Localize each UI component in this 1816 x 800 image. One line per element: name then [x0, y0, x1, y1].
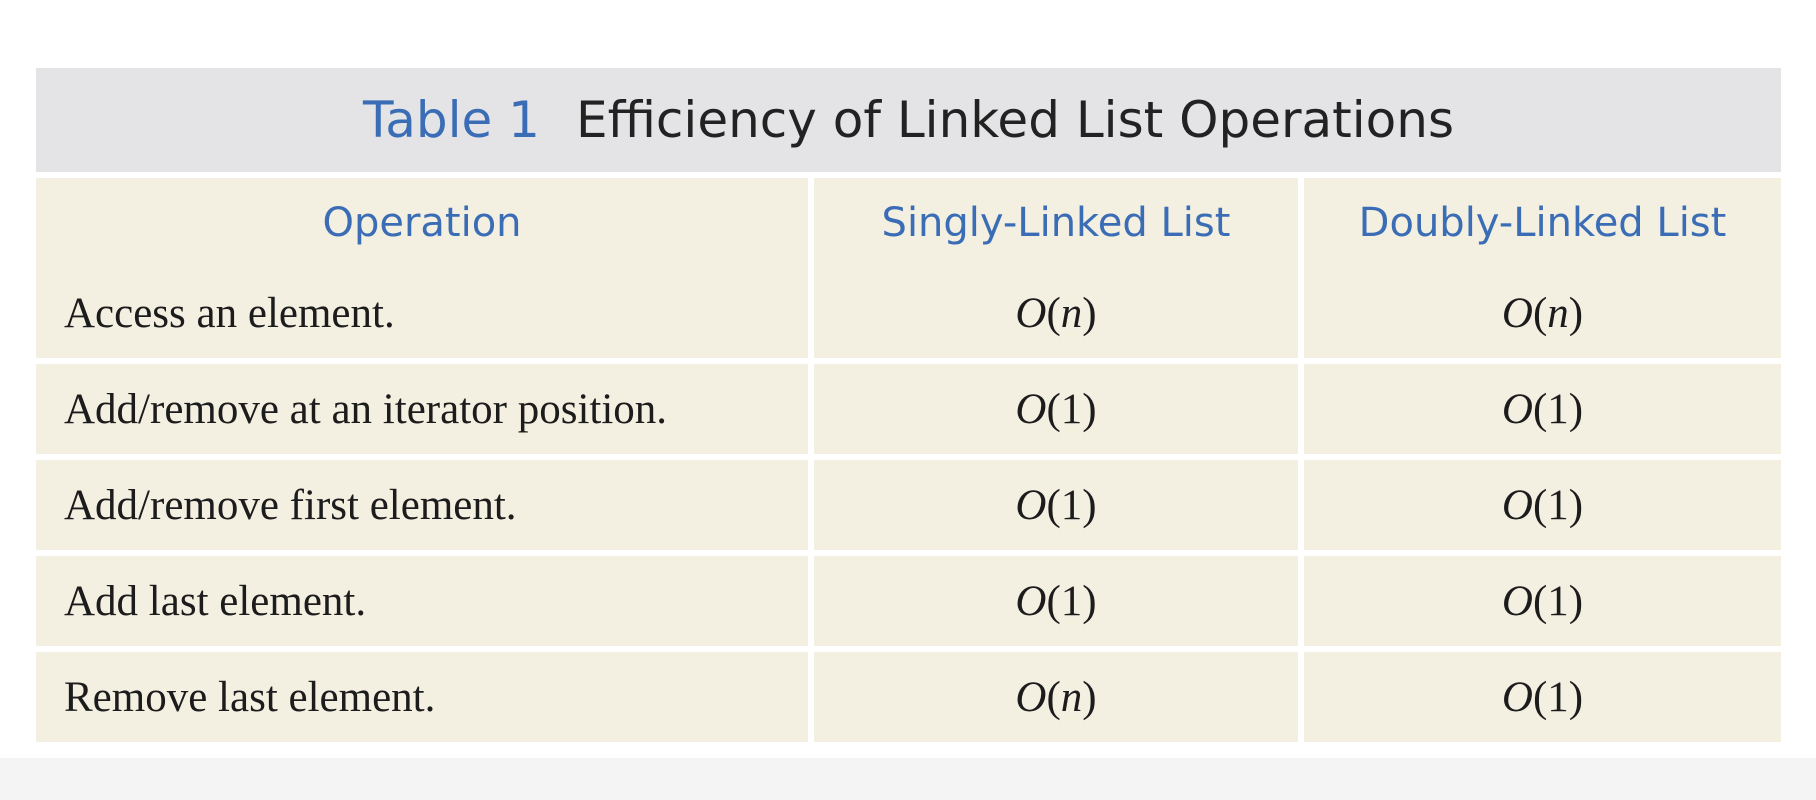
table-caption: Table 1 Efficiency of Linked List Operat…: [36, 68, 1781, 172]
table-row: Remove last element. O(n) O(1): [36, 652, 1781, 742]
table-row: Add/remove first element. O(1) O(1): [36, 460, 1781, 556]
singly-complexity-cell: O(1): [814, 460, 1304, 556]
linked-list-efficiency-table: Table 1 Efficiency of Linked List Operat…: [36, 68, 1781, 742]
table-row: Access an element. O(n) O(n): [36, 268, 1781, 364]
column-header-operation: Operation: [36, 178, 814, 268]
header-row: Operation Singly-Linked List Doubly-Link…: [36, 178, 1781, 268]
table-grid: Operation Singly-Linked List Doubly-Link…: [36, 178, 1781, 742]
table-row: Add last element. O(1) O(1): [36, 556, 1781, 652]
operation-cell: Access an element.: [36, 268, 814, 364]
table-row: Add/remove at an iterator position. O(1)…: [36, 364, 1781, 460]
page-bottom-shade: [0, 758, 1816, 800]
table-title: Efficiency of Linked List Operations: [576, 91, 1455, 149]
operation-cell: Add/remove first element.: [36, 460, 814, 556]
singly-complexity-cell: O(n): [814, 652, 1304, 742]
singly-complexity-cell: O(1): [814, 364, 1304, 460]
operation-cell: Add/remove at an iterator position.: [36, 364, 814, 460]
doubly-complexity-cell: O(1): [1304, 652, 1781, 742]
table-body: Access an element. O(n) O(n) Add/remove …: [36, 268, 1781, 742]
column-header-doubly-linked: Doubly-Linked List: [1304, 178, 1781, 268]
operation-cell: Remove last element.: [36, 652, 814, 742]
doubly-complexity-cell: O(n): [1304, 268, 1781, 364]
singly-complexity-cell: O(1): [814, 556, 1304, 652]
doubly-complexity-cell: O(1): [1304, 460, 1781, 556]
doubly-complexity-cell: O(1): [1304, 364, 1781, 460]
singly-complexity-cell: O(n): [814, 268, 1304, 364]
table-number-label: Table 1: [362, 91, 540, 149]
operation-cell: Add last element.: [36, 556, 814, 652]
doubly-complexity-cell: O(1): [1304, 556, 1781, 652]
column-header-singly-linked: Singly-Linked List: [814, 178, 1304, 268]
